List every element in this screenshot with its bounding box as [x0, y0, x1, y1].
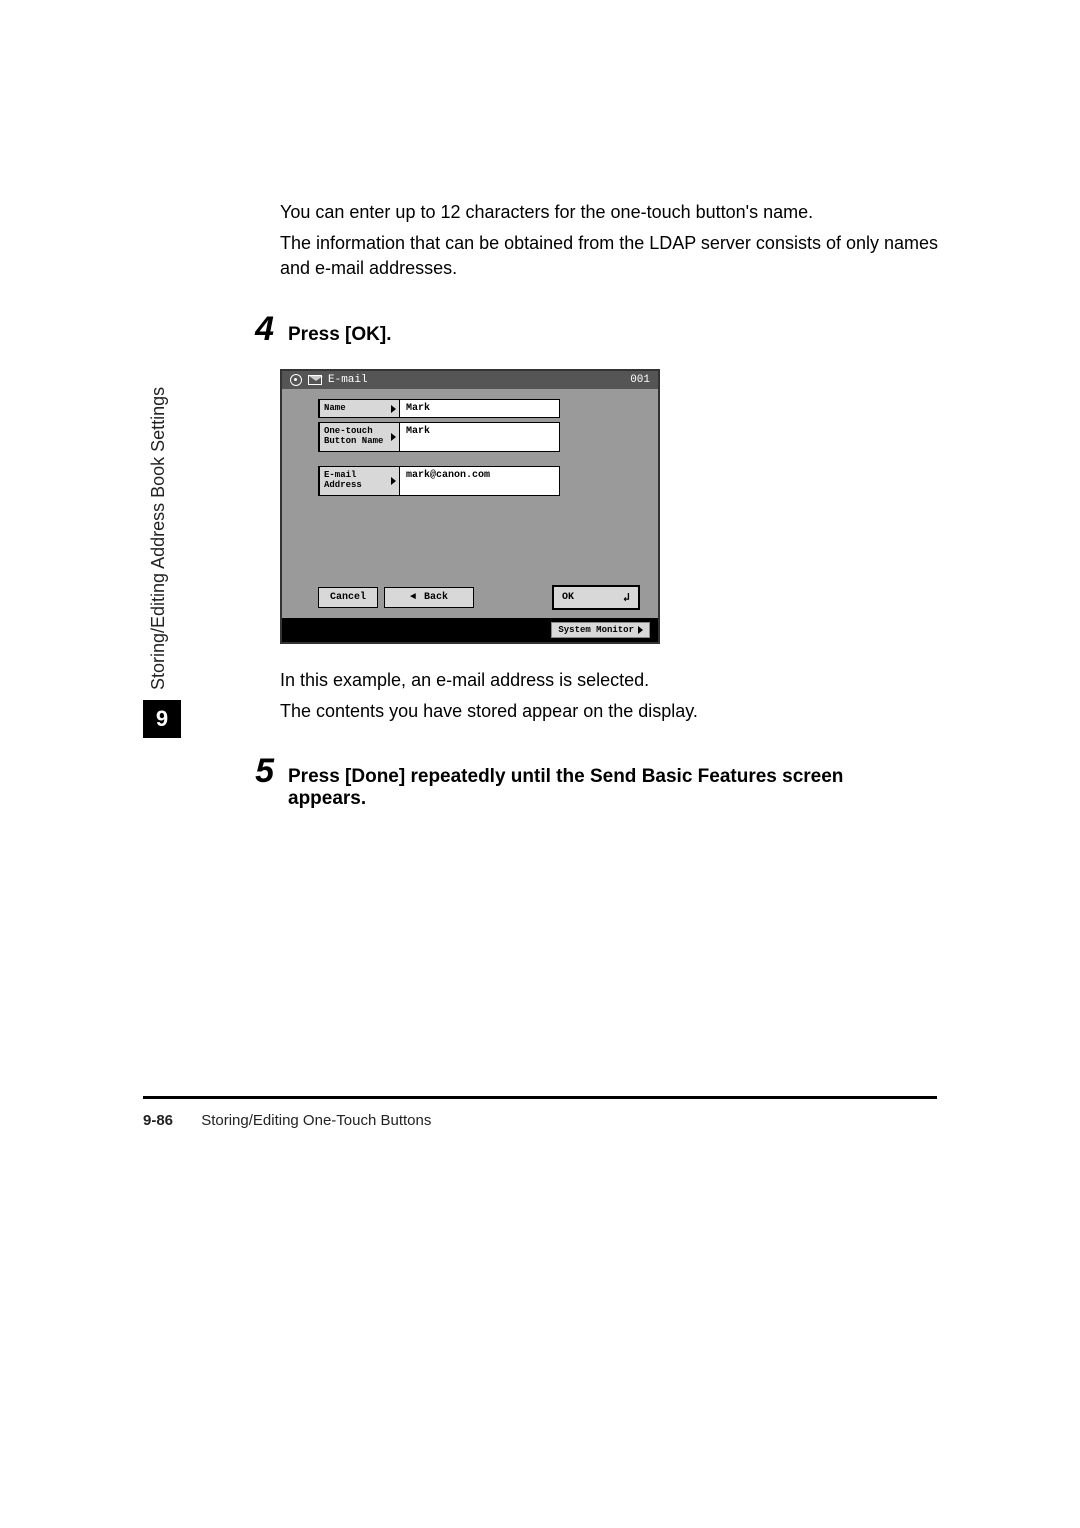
page-number: 9-86 [143, 1112, 173, 1129]
email-address-button[interactable]: E-mail Address [318, 466, 400, 496]
row-name: Name Mark [318, 399, 640, 419]
device-screenshot: E-mail 001 Name Mark One-touch Button Na… [280, 369, 660, 644]
system-bar: System Monitor [282, 618, 658, 642]
ok-button-label: OK [562, 592, 574, 603]
name-value: Mark [400, 399, 560, 419]
screenshot-id: 001 [630, 374, 650, 386]
post-screenshot-text: In this example, an e-mail address is se… [280, 668, 940, 724]
status-icon [290, 374, 302, 386]
one-touch-value: Mark [400, 422, 560, 452]
screenshot-footer: Cancel ◄ Back OK ↲ [282, 579, 658, 618]
row-onetouch: One-touch Button Name Mark [318, 422, 640, 452]
chevron-right-icon [638, 626, 643, 634]
content-area: You can enter up to 12 characters for th… [280, 200, 940, 810]
chapter-title-vertical: Storing/Editing Address Book Settings [148, 387, 169, 690]
name-button[interactable]: Name [318, 399, 400, 419]
spacer [318, 456, 640, 466]
step-4-title: Press [OK]. [288, 324, 391, 346]
chevron-right-icon [391, 433, 396, 441]
cancel-button[interactable]: Cancel [318, 587, 378, 608]
screenshot-header-left: E-mail [290, 374, 368, 386]
intro-paragraph-1: You can enter up to 12 characters for th… [280, 200, 940, 225]
one-touch-button[interactable]: One-touch Button Name [318, 422, 400, 452]
step-5: 5 Press [Done] repeatedly until the Send… [244, 752, 940, 810]
email-value: mark@canon.com [400, 466, 560, 496]
triangle-left-icon: ◄ [410, 592, 416, 603]
back-button-label: Back [424, 592, 448, 603]
one-touch-button-label: One-touch Button Name [324, 426, 383, 446]
system-monitor-label: System Monitor [558, 625, 634, 635]
screenshot-body: Name Mark One-touch Button Name Mark E [282, 389, 658, 579]
step-5-number: 5 [244, 752, 274, 791]
chevron-right-icon [391, 405, 396, 413]
step-5-title: Press [Done] repeatedly until the Send B… [288, 766, 908, 810]
intro-paragraph-2: The information that can be obtained fro… [280, 231, 940, 281]
screenshot-header: E-mail 001 [282, 371, 658, 389]
enter-icon: ↲ [623, 590, 630, 605]
footer: 9-86 Storing/Editing One-Touch Buttons [143, 1112, 431, 1129]
system-monitor-button[interactable]: System Monitor [551, 622, 650, 638]
step-4-number: 4 [244, 310, 274, 349]
ok-button[interactable]: OK ↲ [552, 585, 640, 610]
step-4: 4 Press [OK]. [244, 310, 940, 349]
screenshot-title: E-mail [328, 374, 368, 386]
email-icon [308, 375, 322, 385]
back-button[interactable]: ◄ Back [384, 587, 474, 608]
example-line-2: The contents you have stored appear on t… [280, 699, 940, 724]
example-line-1: In this example, an e-mail address is se… [280, 668, 940, 693]
page: Storing/Editing Address Book Settings 9 … [0, 0, 1080, 1528]
email-address-button-label: E-mail Address [324, 470, 362, 490]
footer-title: Storing/Editing One-Touch Buttons [201, 1112, 431, 1129]
footer-rule [143, 1096, 937, 1099]
chapter-number-tab: 9 [143, 700, 181, 738]
row-email: E-mail Address mark@canon.com [318, 466, 640, 496]
chevron-right-icon [391, 477, 396, 485]
name-button-label: Name [324, 403, 346, 413]
